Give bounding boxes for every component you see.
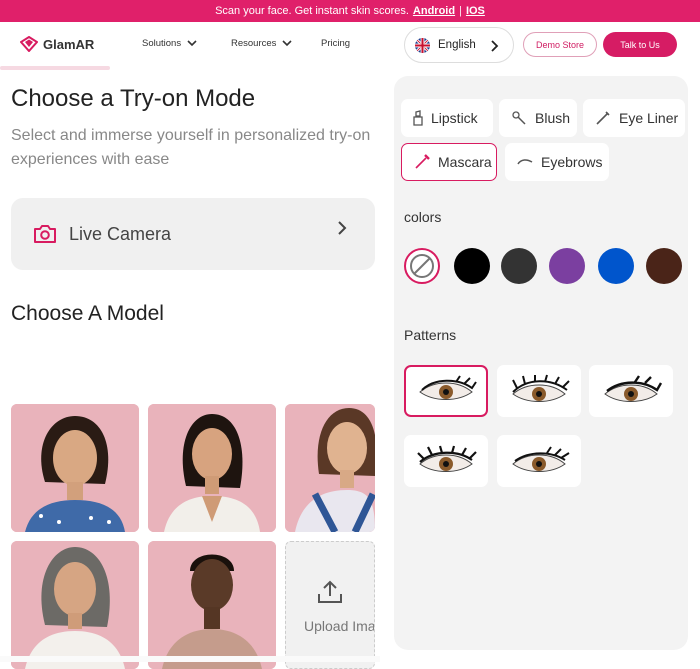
model-tile[interactable] — [148, 541, 276, 669]
demo-store-button[interactable]: Demo Store — [523, 32, 597, 57]
uk-flag-icon — [415, 37, 430, 53]
upload-image-label: Upload Ima — [304, 618, 375, 634]
brand-name: GlamAR — [43, 36, 95, 52]
blush-icon — [512, 111, 526, 125]
model-portrait-image — [11, 541, 139, 669]
mascara-pattern-4[interactable] — [404, 435, 488, 487]
nav-solutions[interactable]: Solutions — [142, 38, 197, 49]
category-eyebrows[interactable]: Eyebrows — [505, 143, 609, 181]
language-label: English — [438, 39, 476, 51]
chevron-down-icon — [282, 40, 292, 47]
banner-separator: | — [459, 5, 462, 17]
upload-icon — [318, 580, 342, 603]
nav-resources-label: Resources — [231, 38, 277, 49]
color-swatch-blue[interactable] — [598, 248, 634, 284]
eye-lash-pattern-icon — [419, 375, 477, 400]
ios-link[interactable]: IOS — [466, 5, 485, 17]
lipstick-icon — [413, 110, 423, 126]
nav-resources[interactable]: Resources — [231, 38, 292, 49]
nav-pricing-label: Pricing — [321, 38, 351, 49]
nav-pricing[interactable]: Pricing — [321, 38, 350, 49]
model-portrait-image — [148, 541, 276, 669]
tryon-subtitle: Select and immerse yourself in personali… — [11, 127, 371, 168]
upload-image-button[interactable]: Upload Ima — [285, 541, 375, 669]
brand-logo[interactable]: GlamAR — [20, 36, 94, 52]
category-label: Eye Liner — [619, 110, 679, 126]
header-divider — [0, 66, 110, 70]
models-title: Choose A Model — [11, 302, 164, 325]
eye-lash-pattern-icon — [604, 375, 663, 402]
patterns-label: Patterns — [404, 327, 457, 343]
live-camera-label: Live Camera — [69, 223, 172, 244]
nav-solutions-label: Solutions — [142, 38, 182, 49]
color-swatch-purple[interactable] — [549, 248, 585, 284]
eye-lash-pattern-icon — [417, 445, 477, 472]
tryon-title: Choose a Try-on Mode — [11, 85, 256, 112]
model-tile[interactable] — [11, 404, 139, 532]
model-tile[interactable] — [285, 404, 375, 532]
category-blush[interactable]: Blush — [499, 99, 577, 137]
no-color-icon — [410, 254, 434, 278]
model-tile[interactable] — [11, 541, 139, 669]
category-label: Blush — [535, 110, 571, 126]
eyeliner-icon — [596, 111, 610, 125]
category-label: Lipstick — [431, 110, 478, 126]
mascara-icon — [415, 154, 430, 169]
chevron-right-icon — [491, 40, 499, 52]
language-selector[interactable]: English — [404, 27, 514, 63]
eyebrow-icon — [517, 159, 533, 165]
chevron-right-icon — [338, 221, 347, 235]
mascara-pattern-5[interactable] — [497, 435, 581, 487]
colors-label: colors — [404, 209, 442, 225]
talk-to-us-button[interactable]: Talk to Us — [603, 32, 677, 57]
android-link[interactable]: Android — [413, 5, 455, 17]
color-swatch-brown[interactable] — [646, 248, 682, 284]
camera-icon — [34, 225, 56, 243]
eye-lash-pattern-icon — [512, 446, 570, 472]
mascara-pattern-1[interactable] — [404, 365, 488, 417]
bottom-fade — [0, 656, 380, 662]
model-portrait-image — [285, 404, 375, 532]
category-label: Mascara — [438, 154, 492, 170]
mascara-pattern-2[interactable] — [497, 365, 581, 417]
model-portrait-image — [148, 404, 276, 532]
promo-banner: Scan your face. Get instant skin scores.… — [0, 0, 700, 22]
category-mascara[interactable]: Mascara — [401, 143, 497, 181]
category-lipstick[interactable]: Lipstick — [401, 99, 493, 137]
model-portrait-image — [11, 404, 139, 532]
category-eyeliner[interactable]: Eye Liner — [583, 99, 685, 137]
banner-text: Scan your face. Get instant skin scores. — [215, 5, 409, 17]
color-swatch-dark-gray[interactable] — [501, 248, 537, 284]
chevron-down-icon — [187, 40, 197, 47]
category-label: Eyebrows — [541, 154, 603, 170]
color-swatch-none[interactable] — [404, 248, 440, 284]
live-camera-button[interactable]: Live Camera — [11, 198, 375, 270]
model-tile[interactable] — [148, 404, 276, 532]
glamar-logo-icon — [20, 36, 38, 52]
color-swatch-black[interactable] — [454, 248, 490, 284]
eye-lash-pattern-icon — [512, 374, 570, 402]
site-header: GlamAR Solutions Resources Pricing Engli… — [0, 22, 700, 68]
mascara-pattern-3[interactable] — [589, 365, 673, 417]
